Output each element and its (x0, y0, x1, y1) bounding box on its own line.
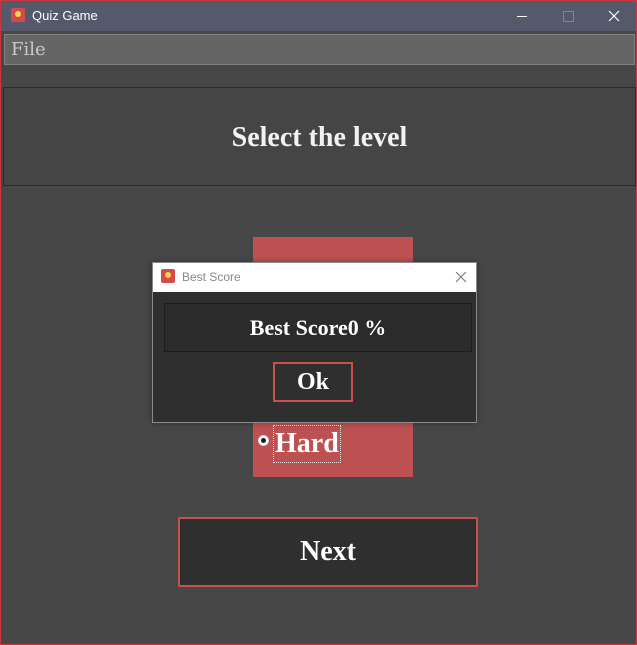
page-title: Select the level (231, 122, 408, 153)
close-button[interactable] (591, 1, 637, 31)
ok-button[interactable]: Ok (273, 362, 353, 402)
dialog-title: Best Score (182, 270, 241, 284)
hard-option-label[interactable]: Hard (273, 425, 341, 463)
maximize-icon (563, 11, 574, 22)
menu-bar: File (4, 34, 635, 65)
hard-radio[interactable] (258, 435, 269, 446)
best-score-dialog: Best Score Best Score0 % Ok (152, 262, 477, 423)
dialog-title-bar: Best Score (153, 263, 476, 292)
window-title: Quiz Game (32, 8, 98, 23)
title-bar: Quiz Game (1, 1, 636, 31)
maximize-button[interactable] (545, 1, 591, 31)
quiz-game-window: Quiz Game File Select the level Hard Nex… (0, 0, 637, 645)
header-panel: Select the level (3, 87, 636, 186)
dialog-close-icon[interactable] (455, 271, 467, 283)
dialog-app-icon (161, 269, 175, 283)
minimize-button[interactable] (499, 1, 545, 31)
best-score-message: Best Score0 % (164, 303, 472, 352)
close-icon (608, 10, 620, 22)
next-button[interactable]: Next (178, 517, 478, 587)
app-icon (11, 8, 25, 22)
menu-file[interactable]: File (11, 39, 46, 60)
minimize-icon (517, 16, 527, 17)
